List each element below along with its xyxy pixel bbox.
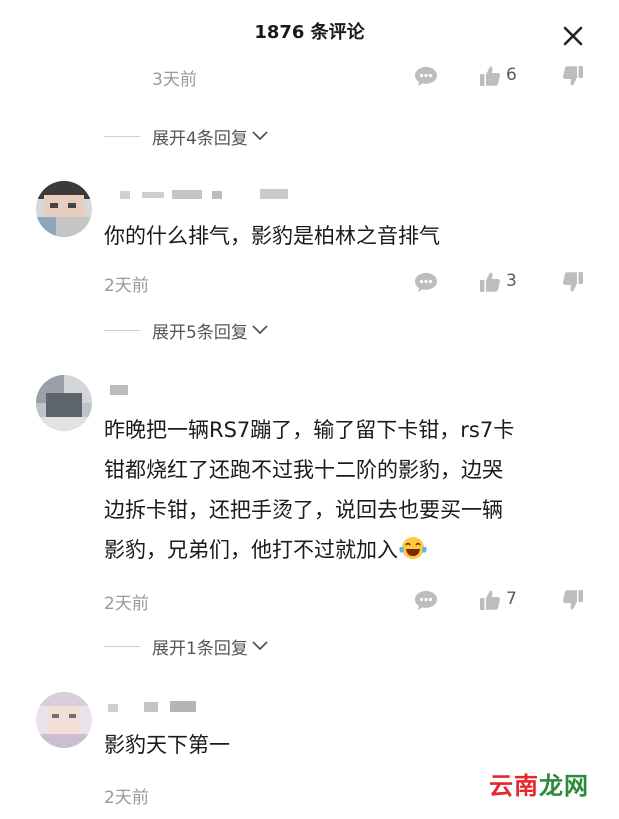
thumbs-down-icon[interactable] [561, 64, 585, 92]
thumbs-up-icon[interactable] [478, 64, 502, 92]
comment-text-line: 昨晚把一辆RS7蹦了，输了留下卡钳，rs7卡 [104, 418, 515, 442]
comment-meta-row: 2天前 7 [0, 586, 619, 616]
comment-meta-row: 2天前 3 [0, 268, 619, 298]
comment-text: 影豹天下第一 [104, 733, 230, 757]
reply-bubble-icon[interactable] [413, 588, 439, 616]
laughing-tears-emoji-icon [398, 534, 428, 574]
comment-text-line: 影豹，兄弟们，他打不过就加入 [104, 538, 398, 562]
expand-replies-button[interactable]: 展开4条回复 [104, 122, 269, 150]
comment-text-line: 钳都烧红了还跑不过我十二阶的影豹，边哭 [104, 458, 503, 482]
reply-bubble-icon[interactable] [413, 270, 439, 298]
expand-replies-button[interactable]: 展开5条回复 [104, 316, 269, 344]
chevron-down-icon [252, 131, 268, 141]
avatar[interactable] [36, 692, 92, 748]
avatar[interactable] [36, 181, 92, 237]
divider-line [104, 329, 140, 331]
thumbs-up-icon[interactable] [478, 270, 502, 298]
site-watermark-logo: 云南龙网 [481, 762, 597, 805]
thumbs-up-icon[interactable] [478, 588, 502, 616]
divider-line [104, 135, 140, 137]
comment-meta-row: 3天前 6 [0, 62, 619, 92]
chevron-down-icon [252, 325, 268, 335]
expand-replies-label: 展开4条回复 [152, 128, 248, 149]
username-blurred [120, 189, 288, 199]
like-count: 7 [506, 589, 517, 609]
expand-replies-label: 展开1条回复 [152, 638, 248, 659]
watermark-part2: 龙网 [539, 772, 589, 800]
thumbs-down-icon[interactable] [561, 588, 585, 616]
chevron-down-icon [252, 641, 268, 651]
username-blurred [110, 385, 128, 395]
expand-replies-button[interactable]: 展开1条回复 [104, 632, 269, 660]
divider-line [104, 645, 140, 647]
like-count: 6 [506, 65, 517, 85]
comment-time: 3天前 [152, 70, 197, 90]
username-blurred [108, 701, 196, 712]
comment-time: 2天前 [104, 276, 149, 296]
comments-count-title: 1876 条评论 [254, 22, 365, 43]
comments-header: 1876 条评论 [0, 0, 619, 62]
close-icon[interactable] [561, 24, 585, 48]
avatar[interactable] [36, 375, 92, 431]
comment-time: 2天前 [104, 594, 149, 614]
comment-text-line: 边拆卡钳，还把手烫了，说回去也要买一辆 [104, 498, 503, 522]
watermark-part1: 云南 [489, 772, 539, 800]
thumbs-down-icon[interactable] [561, 270, 585, 298]
comment-text: 你的什么排气，影豹是柏林之音排气 [104, 224, 440, 248]
reply-bubble-icon[interactable] [413, 64, 439, 92]
comment-text-block: 昨晚把一辆RS7蹦了，输了留下卡钳，rs7卡 钳都烧红了还跑不过我十二阶的影豹，… [104, 410, 594, 574]
like-count: 3 [506, 271, 517, 291]
comment-time: 2天前 [104, 788, 149, 808]
expand-replies-label: 展开5条回复 [152, 322, 248, 343]
